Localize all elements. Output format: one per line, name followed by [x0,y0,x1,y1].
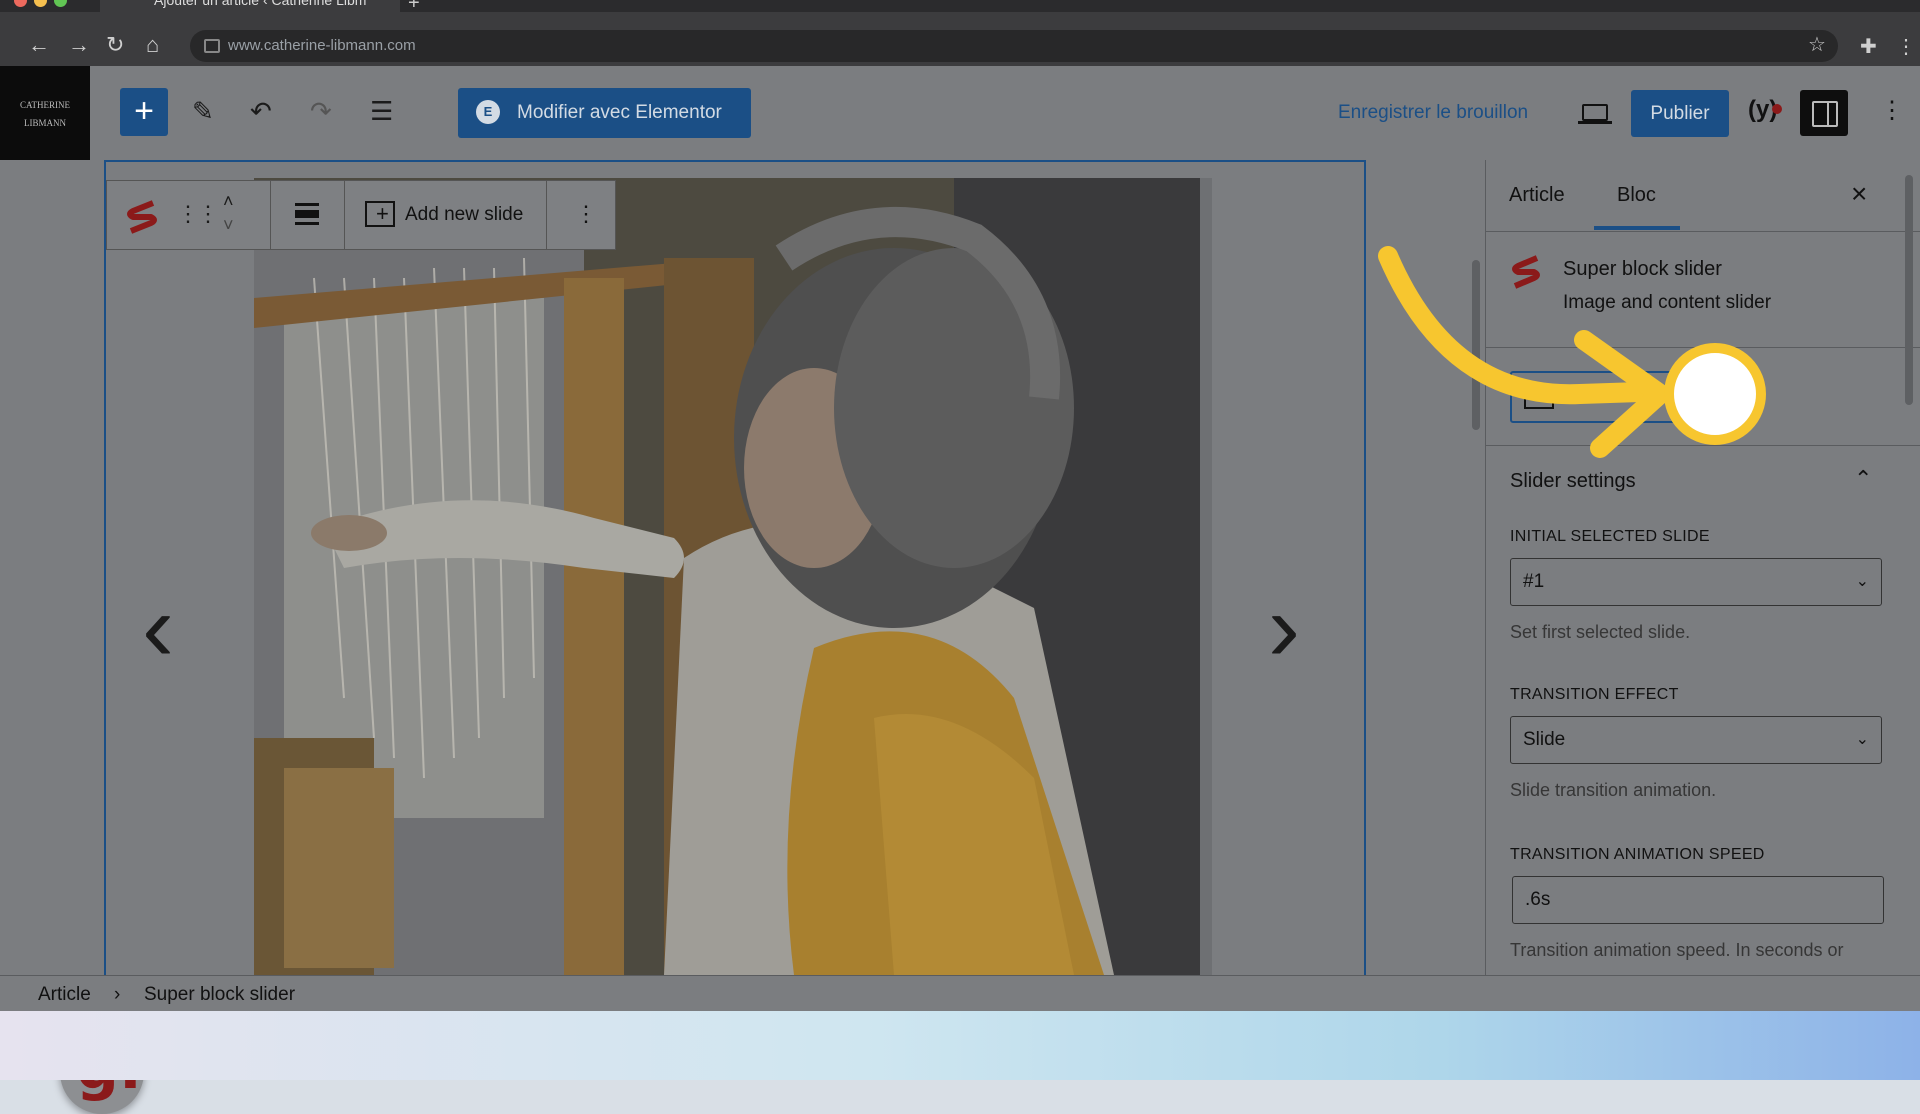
back-arrow-icon[interactable]: ← [28,34,50,56]
block-title: Super block slider [1563,258,1722,280]
move-down-icon[interactable]: ˅ [223,215,234,236]
align-icon[interactable] [295,203,319,225]
initial-slide-label: INITIAL SELECTED SLIDE [1510,528,1710,545]
site-info-icon[interactable] [204,39,220,53]
publish-button[interactable]: Publier [1631,90,1729,137]
transition-effect-help: Slide transition animation. [1510,780,1717,800]
sidebar-scroll-thumb[interactable] [1905,175,1913,405]
collapse-chevron-icon[interactable]: ⌃ [1854,466,1872,492]
redo-icon[interactable]: ↷ [310,96,332,127]
next-slide-arrow-icon[interactable]: › [1268,580,1300,676]
transition-effect-value: Slide [1523,729,1566,750]
block-breadcrumb: Article › Super block slider [0,975,1920,1011]
block-card: Super block slider Image and content sli… [1486,232,1920,348]
options-menu-icon[interactable]: ⋮ [1880,96,1904,125]
close-window-dot[interactable] [14,0,27,7]
tab-bloc[interactable]: Bloc [1617,184,1656,207]
close-sidebar-icon[interactable]: × [1851,178,1867,210]
super-slider-block-icon [1512,255,1540,289]
breadcrumb-separator-icon: › [114,984,121,1005]
editor-canvas: ⋮⋮ ˄ ˅ + Add new slide ⋮ ‹ › g. 39 [0,160,1485,1114]
drag-handle-icon[interactable]: ⋮⋮ [177,201,219,227]
previous-slide-arrow-icon[interactable]: ‹ [142,580,174,676]
minimize-window-dot[interactable] [34,0,47,7]
align-group [271,181,345,249]
add-slide-icon: + [365,201,395,227]
undo-icon[interactable]: ↶ [250,96,272,127]
tab-article[interactable]: Article [1509,184,1565,207]
elementor-icon: E [476,100,500,124]
super-slider-logo-icon[interactable] [125,199,159,235]
extensions-icon[interactable]: ✚ [1860,34,1877,59]
style-preview-icon [1524,387,1554,409]
transition-speed-value: .6s [1525,889,1551,910]
editor-header: CATHERINE LIBMANN + ✎ ↶ ↷ ☰ E Modifier a… [0,66,1920,160]
block-styles-area: e [1486,348,1920,446]
pen-tool-icon[interactable]: ✎ [192,96,214,127]
breadcrumb-super-block-slider[interactable]: Super block slider [144,984,295,1006]
site-logo[interactable]: CATHERINE LIBMANN [0,66,90,160]
initial-slide-select[interactable]: #1 ⌄ [1510,558,1882,606]
weaver-photo [254,178,1200,975]
url-text: www.catherine-libmann.com [228,37,416,54]
browser-chrome: Ajouter un article ‹ Catherine Libm + ← … [0,0,1920,66]
transition-speed-help: Transition animation speed. In seconds o… [1510,940,1844,960]
bookmark-star-icon[interactable]: ☆ [1808,32,1826,57]
home-icon[interactable]: ⌂ [146,34,159,56]
add-slide-group: + Add new slide [345,181,547,249]
style-option-button[interactable]: e [1510,371,1704,423]
add-new-slide-button[interactable]: Add new slide [405,204,523,226]
address-bar[interactable]: www.catherine-libmann.com [190,30,1838,62]
browser-tab[interactable]: Ajouter un article ‹ Catherine Libm [100,0,400,12]
save-draft-button[interactable]: Enregistrer le brouillon [1338,102,1528,124]
initial-slide-help: Set first selected slide. [1510,622,1691,642]
transition-speed-input[interactable]: .6s [1512,876,1884,924]
chevron-down-icon: ⌄ [1855,573,1869,590]
slider-inner-scrollbar[interactable] [1200,178,1212,975]
move-up-icon[interactable]: ˄ [223,191,234,212]
slider-settings-title[interactable]: Slider settings [1510,470,1636,493]
transition-effect-select[interactable]: Slide ⌄ [1510,716,1882,764]
desktop-background [0,1011,1920,1080]
forward-arrow-icon[interactable]: → [68,34,90,56]
transition-effect-label: TRANSITION EFFECT [1510,686,1679,703]
block-options-icon[interactable]: ⋮ [575,201,597,227]
chevron-down-icon: ⌄ [1855,731,1869,748]
document-overview-icon[interactable]: ☰ [370,96,393,127]
elementor-label: Modifier avec Elementor [517,102,722,123]
slide-image[interactable] [254,178,1200,975]
tab-title: Ajouter un article ‹ Catherine Libm [154,0,367,8]
tab-strip: Ajouter un article ‹ Catherine Libm + [0,0,1920,14]
transition-speed-label: TRANSITION ANIMATION SPEED [1510,846,1765,863]
settings-sidebar: Article Bloc × Super block slider Image … [1485,160,1920,975]
canvas-scroll-thumb[interactable] [1472,260,1480,430]
edit-with-elementor-button[interactable]: E Modifier avec Elementor [458,88,751,138]
style-button-label: e [1678,387,1687,404]
block-type-group: ⋮⋮ ˄ ˅ [107,181,271,249]
block-description: Image and content slider [1563,292,1772,313]
sidebar-tabs: Article Bloc × [1486,160,1920,232]
block-inserter-button[interactable]: + [120,88,168,136]
active-tab-indicator [1594,226,1680,230]
more-options-group: ⋮ [547,181,615,249]
browser-menu-icon[interactable]: ⋮ [1896,34,1916,59]
breadcrumb-article[interactable]: Article [38,984,91,1006]
maximize-window-dot[interactable] [54,0,67,7]
address-row: ← → ↻ ⌂ www.catherine-libmann.com ☆ ✚ ⋮ [0,12,1920,66]
yoast-status-dot [1772,104,1782,114]
reload-icon[interactable]: ↻ [106,34,124,56]
preview-device-icon[interactable] [1578,104,1612,124]
initial-slide-value: #1 [1523,571,1545,592]
site-logo-text: CATHERINE LIBMANN [20,100,70,128]
settings-sidebar-toggle[interactable] [1800,90,1848,136]
block-toolbar: ⋮⋮ ˄ ˅ + Add new slide ⋮ [106,180,616,250]
